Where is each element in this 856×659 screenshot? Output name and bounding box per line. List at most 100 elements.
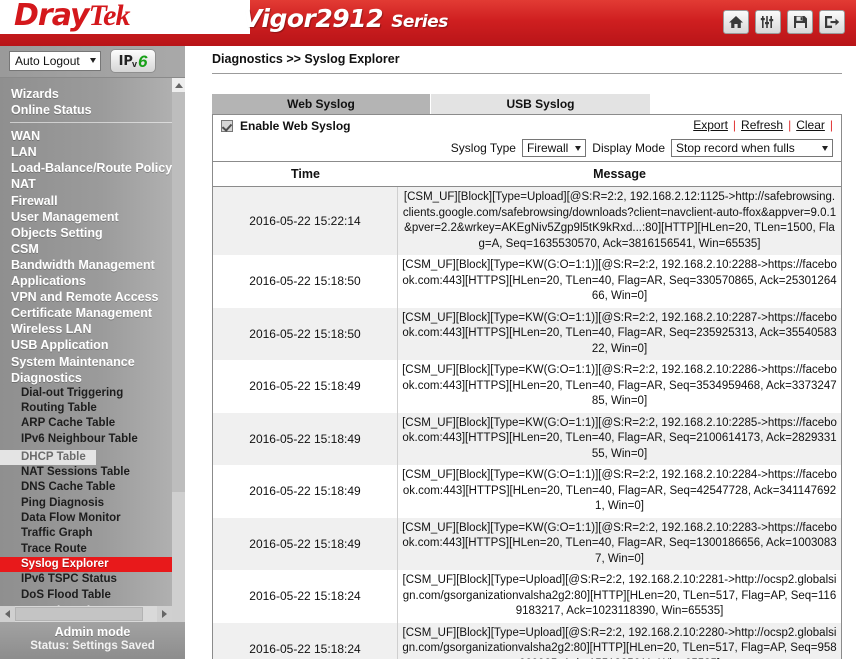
status-settings-label: Status: Settings Saved: [30, 640, 155, 652]
sidebar-subitem-routing-table[interactable]: Routing Table: [0, 401, 185, 416]
cell-time: 2016-05-22 15:18:49: [213, 465, 398, 518]
sidebar-vertical-scrollbar[interactable]: [172, 78, 185, 642]
ipv6-six-text: 6: [137, 51, 148, 71]
settings-sliders-icon[interactable]: [755, 10, 781, 34]
table-row[interactable]: 2016-05-22 15:18:49 [CSM_UF][Block][Type…: [213, 412, 841, 465]
table-row[interactable]: 2016-05-22 15:18:50 [CSM_UF][Block][Type…: [213, 307, 841, 360]
ipv6-toggle-button[interactable]: IP v 6: [110, 49, 156, 73]
display-mode-label: Display Mode: [592, 141, 665, 155]
sidebar-item-nat[interactable]: NAT: [0, 176, 185, 192]
scroll-left-icon[interactable]: [0, 606, 15, 622]
sidebar-subitem-traffic-graph[interactable]: Traffic Graph: [0, 526, 185, 541]
sidebar-hscroll-thumb[interactable]: [15, 607, 143, 621]
clear-link[interactable]: Clear: [796, 118, 825, 132]
breadcrumb-divider: [212, 73, 842, 74]
tab-filler: [651, 94, 842, 114]
tab-web-syslog[interactable]: Web Syslog: [212, 94, 431, 114]
home-icon[interactable]: [723, 10, 749, 34]
logout-icon[interactable]: [819, 10, 845, 34]
export-link[interactable]: Export: [693, 118, 728, 132]
sidebar-item-system-maintenance[interactable]: System Maintenance: [0, 354, 185, 370]
display-mode-select[interactable]: Stop record when fulls: [671, 139, 833, 157]
sidebar-item-applications[interactable]: Applications: [0, 273, 185, 289]
ipv6-v-text: v: [131, 59, 137, 69]
ipv6-ip-text: IP: [118, 53, 133, 69]
tab-bar: Web Syslog USB Syslog: [212, 94, 842, 114]
syslog-type-label: Syslog Type: [450, 141, 516, 155]
table-row[interactable]: 2016-05-22 15:18:49 [CSM_UF][Block][Type…: [213, 517, 841, 570]
sidebar-item-load-balance-route-policy[interactable]: Load-Balance/Route Policy: [0, 160, 185, 176]
enable-web-syslog-group: Enable Web Syslog: [221, 119, 350, 133]
sidebar-item-usb-application[interactable]: USB Application: [0, 337, 185, 353]
sidebar-item-diagnostics[interactable]: Diagnostics: [0, 370, 185, 386]
table-row[interactable]: 2016-05-22 15:18:24 [CSM_UF][Block][Type…: [213, 570, 841, 623]
syslog-panel: Enable Web Syslog Export | Refresh | Clear | …: [212, 114, 842, 659]
chevron-down-icon: [90, 58, 96, 63]
panel-action-links: Export | Refresh | Clear |: [693, 118, 838, 132]
sidebar-subitem-syslog-explorer[interactable]: Syslog Explorer: [0, 556, 175, 573]
cell-time: 2016-05-22 15:18:24: [213, 622, 398, 659]
chevron-down-icon: [822, 146, 828, 151]
sidebar-subitem-dhcp-table[interactable]: DHCP Table: [0, 449, 96, 466]
sidebar-subitem-ipv6-neighbour-table[interactable]: IPv6 Neighbour Table: [0, 432, 185, 447]
scroll-up-icon[interactable]: [172, 78, 185, 92]
sidebar-subitem-dos-flood-table[interactable]: DoS Flood Table: [0, 588, 185, 603]
sidebar-subitem-trace-route[interactable]: Trace Route: [0, 542, 185, 557]
cell-time: 2016-05-22 15:18:49: [213, 412, 398, 465]
display-mode-value: Stop record when fulls: [676, 141, 795, 155]
sidebar-subitem-dial-out-triggering[interactable]: Dial-out Triggering: [0, 386, 185, 401]
sidebar-item-certificate-management[interactable]: Certificate Management: [0, 305, 185, 321]
scroll-right-icon[interactable]: [157, 606, 172, 622]
sidebar-subitem-ping-diagnosis[interactable]: Ping Diagnosis: [0, 496, 185, 511]
sidebar-subitem-ipv6-tspc-status[interactable]: IPv6 TSPC Status: [0, 572, 185, 587]
syslog-type-value: Firewall: [526, 141, 569, 155]
cell-time: 2016-05-22 15:18:49: [213, 360, 398, 413]
cell-message: [CSM_UF][Block][Type=Upload][@S:R=2:2, 1…: [402, 626, 837, 659]
sidebar-item-csm[interactable]: CSM: [0, 241, 185, 257]
auto-logout-select[interactable]: Auto Logout: [9, 51, 101, 71]
sidebar-horizontal-scrollbar[interactable]: [0, 606, 172, 622]
refresh-link[interactable]: Refresh: [741, 118, 783, 132]
table-row[interactable]: 2016-05-22 15:18:24 [CSM_UF][Block][Type…: [213, 622, 841, 659]
syslog-type-select[interactable]: Firewall: [521, 139, 587, 157]
column-header-time: Time: [291, 167, 320, 181]
sidebar-item-online-status[interactable]: Online Status: [0, 102, 185, 118]
sidebar-item-vpn-and-remote-access[interactable]: VPN and Remote Access: [0, 289, 185, 305]
sidebar-item-wan[interactable]: WAN: [0, 128, 185, 144]
table-header-row: Time Message: [213, 161, 841, 186]
sidebar-subitem-nat-sessions-table[interactable]: NAT Sessions Table: [0, 465, 185, 480]
logo-dray: Dray: [14, 0, 90, 33]
sidebar-item-user-management[interactable]: User Management: [0, 209, 185, 225]
table-row[interactable]: 2016-05-22 15:22:14 [CSM_UF][Block][Type…: [213, 187, 841, 255]
table-row[interactable]: 2016-05-22 15:18:50 [CSM_UF][Block][Type…: [213, 255, 841, 308]
sidebar-divider: [10, 122, 177, 124]
sidebar-subitem-data-flow-monitor[interactable]: Data Flow Monitor: [0, 511, 185, 526]
table-row[interactable]: 2016-05-22 15:18:49 [CSM_UF][Block][Type…: [213, 360, 841, 413]
cell-message: [CSM_UF][Block][Type=KW(G:O=1:1)][@S:R=2…: [402, 259, 837, 302]
sidebar-item-objects-setting[interactable]: Objects Setting: [0, 225, 185, 241]
app-header: DrayTek Vigor2912 Series: [0, 0, 856, 46]
panel-control-row-1: Enable Web Syslog Export | Refresh | Clear |: [213, 115, 841, 137]
admin-status-bar: Admin mode Status: Settings Saved: [0, 622, 185, 659]
draytek-logo: DrayTek: [14, 0, 130, 33]
column-header-message: Message: [593, 167, 646, 181]
sidebar-item-firewall[interactable]: Firewall: [0, 193, 185, 209]
sidebar-vscroll-thumb[interactable]: [172, 92, 185, 492]
sidebar-subitem-dns-cache-table[interactable]: DNS Cache Table: [0, 480, 185, 495]
cell-message: [CSM_UF][Block][Type=Upload][@S:R=2:2, 1…: [402, 574, 837, 617]
cell-time: 2016-05-22 15:18:24: [213, 570, 398, 623]
cell-time: 2016-05-22 15:18:50: [213, 307, 398, 360]
sidebar-item-wireless-lan[interactable]: Wireless LAN: [0, 321, 185, 337]
cell-message: [CSM_UF][Block][Type=KW(G:O=1:1)][@S:R=2…: [402, 469, 837, 512]
enable-web-syslog-checkbox[interactable]: [221, 120, 233, 132]
link-separator: |: [732, 118, 737, 132]
save-icon[interactable]: [787, 10, 813, 34]
sidebar-subitem-arp-cache-table[interactable]: ARP Cache Table: [0, 416, 185, 431]
sidebar-item-wizards[interactable]: Wizards: [0, 86, 185, 102]
sidebar-item-lan[interactable]: LAN: [0, 144, 185, 160]
model-number: Vigor2912: [243, 4, 383, 33]
panel-control-row-2: Syslog Type Firewall Display Mode Stop r…: [213, 137, 841, 161]
tab-usb-syslog[interactable]: USB Syslog: [431, 94, 651, 114]
sidebar-item-bandwidth-management[interactable]: Bandwidth Management: [0, 257, 185, 273]
table-row[interactable]: 2016-05-22 15:18:49 [CSM_UF][Block][Type…: [213, 465, 841, 518]
